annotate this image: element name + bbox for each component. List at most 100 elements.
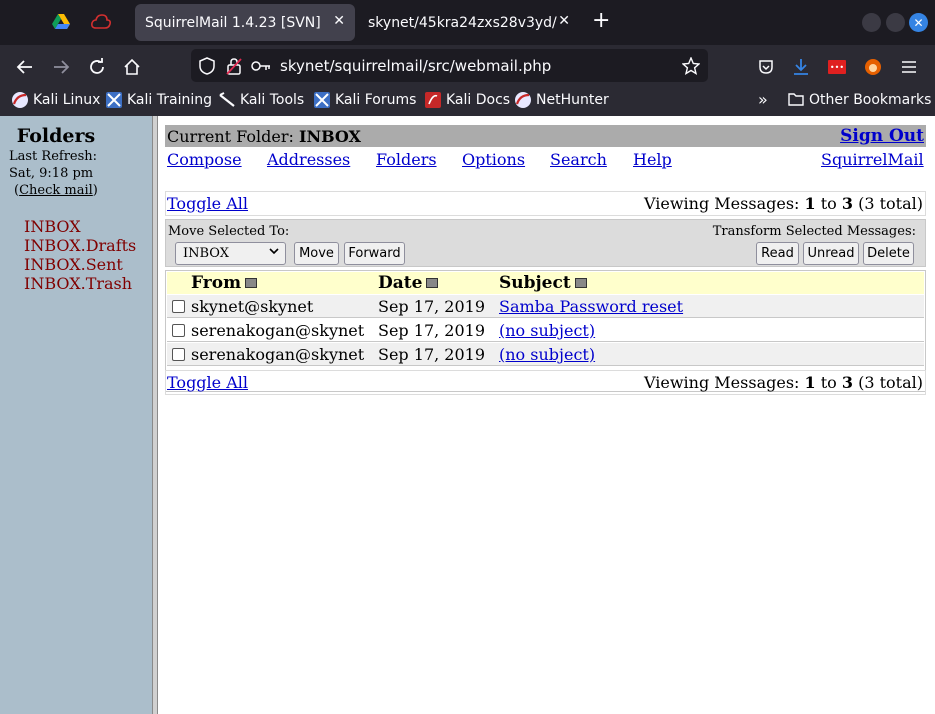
folder-inbox-drafts[interactable]: INBOX.Drafts bbox=[24, 236, 136, 255]
bookmark-kali-training[interactable]: Kali Training bbox=[106, 92, 212, 108]
tab-close-icon[interactable]: ✕ bbox=[558, 13, 570, 29]
move-target-select[interactable]: INBOX bbox=[175, 242, 286, 265]
message-row: skynet@skynet Sep 17, 2019 Samba Passwor… bbox=[167, 295, 924, 318]
mark-read-button[interactable]: Read bbox=[756, 242, 799, 265]
message-checkbox[interactable] bbox=[172, 324, 185, 337]
nav-addresses[interactable]: Addresses bbox=[267, 150, 350, 169]
frame-divider[interactable] bbox=[152, 116, 158, 714]
home-icon[interactable] bbox=[120, 55, 144, 79]
webmail-page: Folders Last Refresh: Sat, 9:18 pm (Chec… bbox=[0, 116, 935, 714]
bookmark-label: NetHunter bbox=[536, 92, 609, 108]
transform-selected-label: Transform Selected Messages: bbox=[712, 224, 916, 239]
minimize-window-button[interactable] bbox=[862, 13, 881, 32]
extension-red-icon[interactable]: ••• bbox=[825, 55, 849, 79]
nav-folders[interactable]: Folders bbox=[376, 150, 437, 169]
column-date-label: Date bbox=[378, 273, 423, 293]
key-permissions-icon[interactable] bbox=[251, 56, 271, 76]
delete-button[interactable]: Delete bbox=[863, 242, 914, 265]
close-window-button[interactable]: ✕ bbox=[909, 13, 928, 32]
move-button[interactable]: Move bbox=[294, 242, 339, 265]
viewing-total: (3 total) bbox=[853, 194, 923, 213]
message-subject-link[interactable]: (no subject) bbox=[499, 321, 595, 340]
sort-icon[interactable] bbox=[574, 278, 587, 288]
cloud-pinned-icon[interactable] bbox=[90, 11, 112, 33]
insecure-lock-icon[interactable] bbox=[224, 56, 244, 76]
reload-icon[interactable] bbox=[85, 55, 109, 79]
viewing-from: 1 bbox=[804, 373, 816, 392]
foxyproxy-extension-icon[interactable] bbox=[861, 55, 885, 79]
nav-compose[interactable]: Compose bbox=[167, 150, 242, 169]
bookmarks-overflow-chevron-icon[interactable]: » bbox=[758, 90, 768, 109]
message-subject-link[interactable]: Samba Password reset bbox=[499, 297, 683, 316]
sort-icon[interactable] bbox=[426, 278, 439, 288]
tab-close-icon[interactable]: ✕ bbox=[333, 13, 345, 29]
folders-title: Folders bbox=[16, 125, 96, 147]
message-subject-link[interactable]: (no subject) bbox=[499, 345, 595, 364]
refresh-time: Sat, 9:18 pm bbox=[9, 166, 94, 181]
current-folder-bar: Current Folder: INBOX Sign Out bbox=[165, 125, 926, 147]
message-actions-bar: Move Selected To: Transform Selected Mes… bbox=[165, 219, 926, 267]
nav-help[interactable]: Help bbox=[633, 150, 672, 169]
google-drive-pinned-icon[interactable] bbox=[50, 11, 72, 33]
tab-skynet-directory[interactable]: skynet/45kra24zxs28v3yd/ ✕ bbox=[358, 4, 580, 41]
column-date[interactable]: Date bbox=[378, 273, 439, 293]
address-bar[interactable]: skynet/squirrelmail/src/webmail.php bbox=[191, 49, 708, 82]
tab-title: SquirrelMail 1.4.23 [SVN] bbox=[145, 14, 321, 31]
folder-inbox-trash[interactable]: INBOX.Trash bbox=[24, 274, 132, 293]
kali-forums-icon bbox=[314, 92, 330, 108]
move-selected-label: Move Selected To: bbox=[168, 224, 290, 239]
tracking-protection-shield-icon[interactable] bbox=[197, 56, 217, 76]
bookmark-kali-docs[interactable]: Kali Docs bbox=[425, 92, 510, 108]
viewing-label: Viewing Messages: bbox=[643, 194, 805, 213]
current-folder: Current Folder: INBOX bbox=[167, 127, 361, 146]
column-from-label: From bbox=[191, 273, 242, 293]
back-icon[interactable] bbox=[13, 55, 37, 79]
viewing-messages: Viewing Messages: 1 to 3 (3 total) bbox=[644, 194, 923, 213]
bookmark-label: Kali Tools bbox=[240, 92, 305, 108]
folder-pane: Folders Last Refresh: Sat, 9:18 pm (Chec… bbox=[0, 116, 152, 714]
viewing-from: 1 bbox=[804, 194, 816, 213]
paren-close: ) bbox=[92, 183, 98, 198]
downloads-icon[interactable] bbox=[789, 55, 813, 79]
tab-squirrelmail[interactable]: SquirrelMail 1.4.23 [SVN] ✕ bbox=[135, 4, 355, 41]
nav-options[interactable]: Options bbox=[462, 150, 525, 169]
toggle-all-link[interactable]: Toggle All bbox=[167, 194, 248, 213]
other-bookmarks-folder[interactable]: Other Bookmarks bbox=[788, 92, 931, 108]
message-table-header: From Date Subject bbox=[167, 272, 924, 294]
last-refresh-info: Last Refresh: Sat, 9:18 pm (Check mail) bbox=[9, 148, 98, 199]
bookmark-label: Kali Linux bbox=[33, 92, 101, 108]
check-mail-link[interactable]: Check mail bbox=[19, 183, 93, 198]
pocket-icon[interactable] bbox=[754, 55, 778, 79]
sort-icon[interactable] bbox=[245, 278, 258, 288]
kali-docs-icon bbox=[425, 92, 441, 108]
column-subject[interactable]: Subject bbox=[499, 273, 587, 293]
mark-unread-button[interactable]: Unread bbox=[803, 242, 859, 265]
current-folder-label: Current Folder: bbox=[167, 127, 299, 146]
move-target-value: INBOX bbox=[183, 246, 229, 261]
bookmark-kali-forums[interactable]: Kali Forums bbox=[314, 92, 416, 108]
bookmark-star-icon[interactable] bbox=[681, 56, 701, 76]
message-from: serenakogan@skynet bbox=[191, 321, 365, 340]
squirrelmail-link[interactable]: SquirrelMail bbox=[821, 150, 924, 169]
folder-inbox-sent[interactable]: INBOX.Sent bbox=[24, 255, 123, 274]
bookmark-nethunter[interactable]: NetHunter bbox=[515, 92, 609, 108]
bookmark-kali-linux[interactable]: Kali Linux bbox=[12, 92, 100, 108]
sign-out-link[interactable]: Sign Out bbox=[840, 126, 924, 146]
bookmark-label: Kali Docs bbox=[446, 92, 511, 108]
forward-icon[interactable] bbox=[49, 55, 73, 79]
toggle-all-link[interactable]: Toggle All bbox=[167, 373, 248, 392]
new-tab-button[interactable]: + bbox=[592, 10, 610, 32]
maximize-window-button[interactable] bbox=[886, 13, 905, 32]
message-date: Sep 17, 2019 bbox=[378, 297, 486, 316]
forward-button[interactable]: Forward bbox=[344, 242, 405, 265]
column-from[interactable]: From bbox=[191, 273, 258, 293]
bookmark-kali-tools[interactable]: Kali Tools bbox=[219, 92, 304, 108]
message-checkbox[interactable] bbox=[172, 300, 185, 313]
viewing-to: 3 bbox=[841, 373, 854, 392]
kali-tools-icon bbox=[219, 92, 235, 108]
message-checkbox[interactable] bbox=[172, 348, 185, 361]
folder-inbox[interactable]: INBOX bbox=[24, 217, 81, 236]
nav-search[interactable]: Search bbox=[550, 150, 607, 169]
url-text[interactable]: skynet/squirrelmail/src/webmail.php bbox=[280, 57, 551, 75]
hamburger-menu-icon[interactable] bbox=[897, 55, 921, 79]
